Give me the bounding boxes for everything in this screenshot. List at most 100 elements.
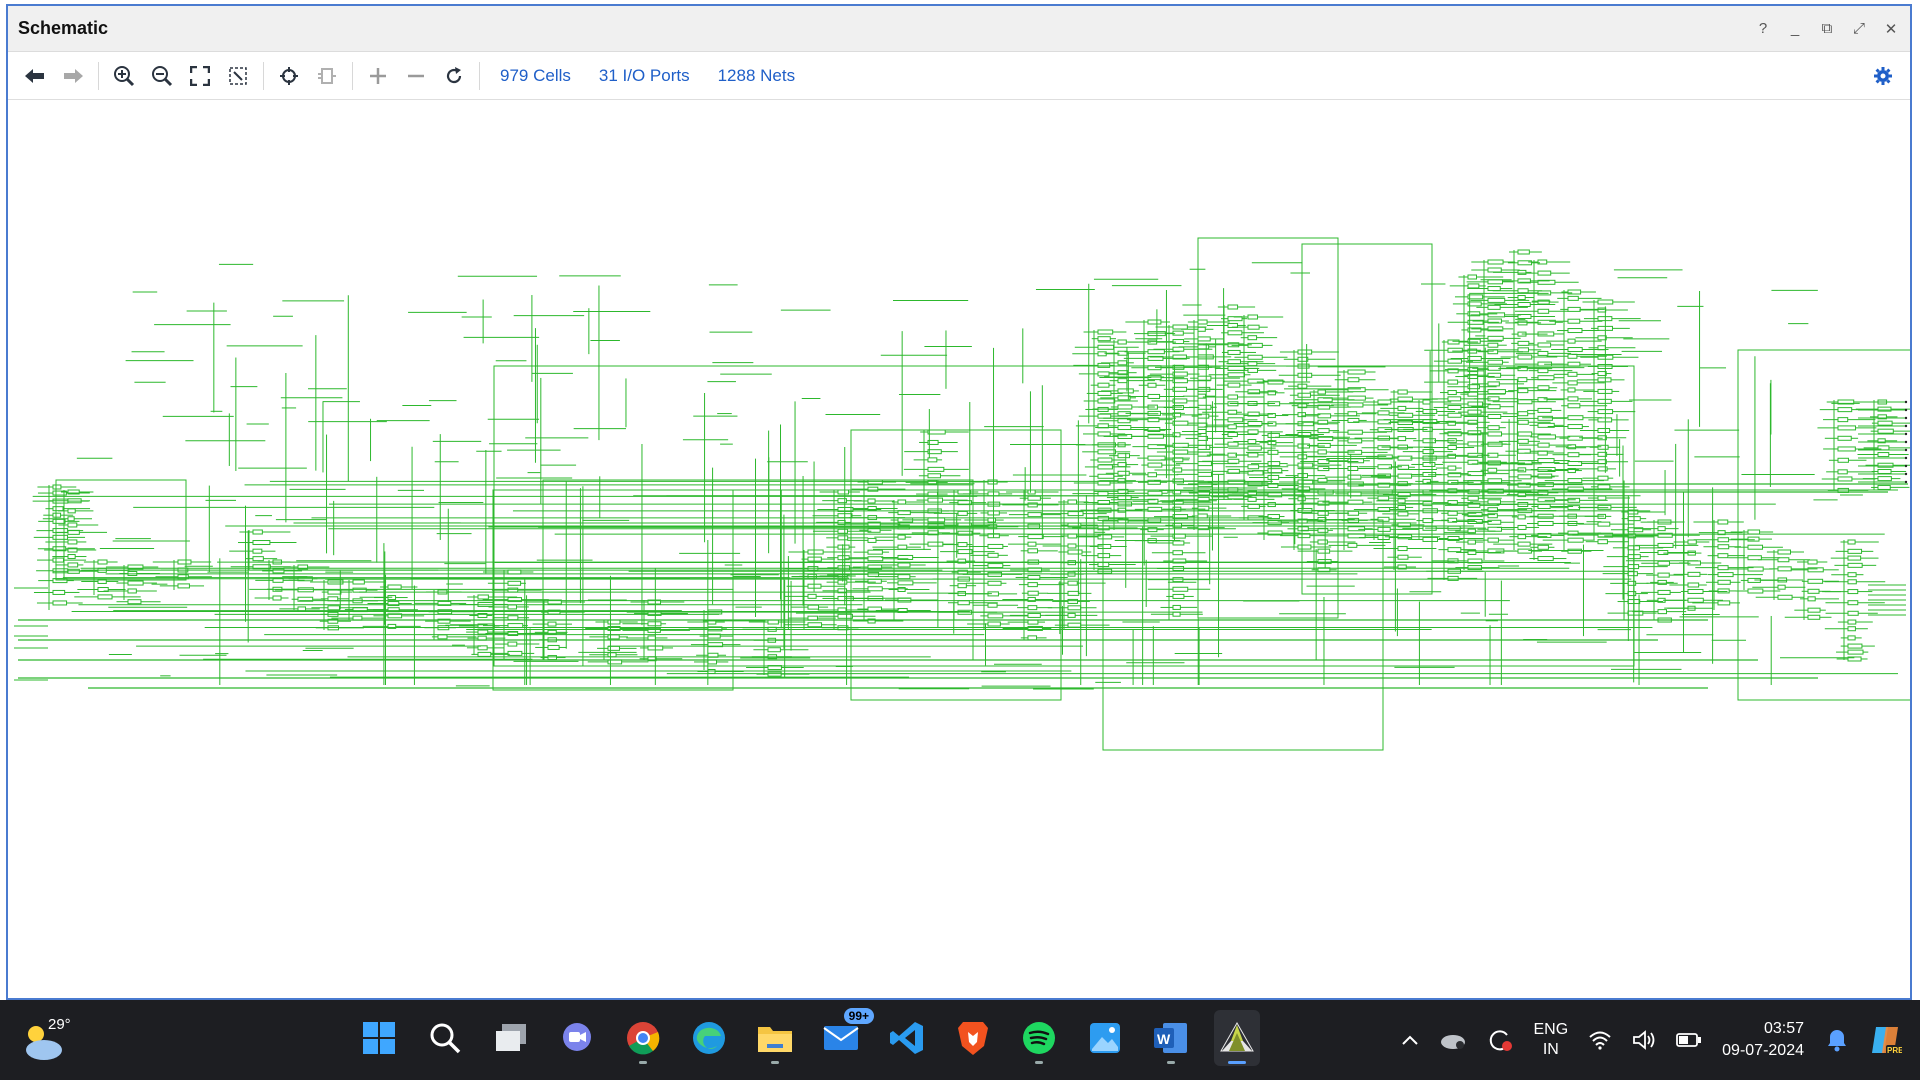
toolbar-separator	[263, 61, 264, 90]
refresh-button[interactable]	[435, 58, 473, 94]
zoom-in-button[interactable]	[105, 58, 143, 94]
notifications-button[interactable]	[1826, 1028, 1848, 1052]
folder-icon	[758, 1027, 792, 1052]
system-tray: ENG IN 03:57 09-07-2024 PRE	[1391, 1000, 1920, 1080]
minimize-button[interactable]: _	[1786, 20, 1804, 38]
help-button[interactable]: ?	[1754, 20, 1772, 38]
sync-status-button[interactable]	[1487, 1027, 1513, 1053]
spotify-button[interactable]	[1016, 1010, 1062, 1066]
plus-icon	[370, 67, 386, 84]
onedrive-button[interactable]	[1439, 1029, 1467, 1051]
sync-icon	[1490, 1030, 1513, 1051]
minus-icon	[408, 74, 424, 77]
teams-chat-button[interactable]	[554, 1010, 600, 1066]
word-button[interactable]: W	[1148, 1010, 1194, 1066]
fit-view-icon	[190, 65, 210, 86]
battery-icon	[1676, 1033, 1702, 1047]
language-indicator[interactable]: ENG IN	[1533, 1020, 1568, 1060]
vivado-button[interactable]	[1214, 1010, 1260, 1066]
vscode-icon	[890, 1022, 923, 1054]
cell-icon	[318, 67, 336, 84]
window-controls: ? _ ⧉ ⤢ ✕	[1754, 20, 1900, 38]
arrow-left-icon	[25, 68, 44, 83]
windows-icon	[363, 1022, 395, 1054]
wifi-icon	[1589, 1031, 1611, 1050]
taskbar: 29° 99+ W ENG IN 03:57 09-07-2024 PRE	[0, 1000, 1920, 1080]
show-hidden-icons-button[interactable]	[1401, 1034, 1419, 1046]
bell-icon	[1828, 1030, 1846, 1052]
zoom-out-icon	[152, 65, 173, 86]
zoom-in-icon	[114, 65, 135, 86]
wifi-button[interactable]	[1588, 1030, 1612, 1050]
collapse-button[interactable]	[397, 58, 435, 94]
region-code: IN	[1542, 1041, 1559, 1058]
task-view-icon	[496, 1024, 526, 1051]
title-bar: Schematic ? _ ⧉ ⤢ ✕	[8, 6, 1910, 52]
temperature-label: 29°	[48, 1016, 71, 1033]
refresh-icon	[446, 66, 462, 83]
clock[interactable]: 03:57 09-07-2024	[1722, 1018, 1804, 1062]
spotify-icon	[1023, 1022, 1055, 1054]
io-ports-count-link[interactable]: 31 I/O Ports	[599, 66, 690, 86]
clock-date: 09-07-2024	[1722, 1042, 1804, 1059]
zoom-area-icon	[229, 66, 247, 85]
zoom-out-button[interactable]	[143, 58, 181, 94]
schematic-window: Schematic ? _ ⧉ ⤢ ✕ 979 Cells 31 I/O Por…	[6, 4, 1912, 1000]
chrome-button[interactable]	[620, 1010, 666, 1066]
forward-button[interactable]	[54, 58, 92, 94]
zoom-area-button[interactable]	[219, 58, 257, 94]
vscode-button[interactable]	[884, 1010, 930, 1066]
chrome-icon	[627, 1022, 660, 1055]
running-indicator	[639, 1061, 647, 1064]
language-code: ENG	[1533, 1021, 1569, 1038]
toolbar-separator	[98, 61, 99, 90]
zoom-fit-button[interactable]	[181, 58, 219, 94]
schematic-canvas[interactable]	[8, 100, 1910, 998]
search-icon	[430, 1023, 461, 1054]
expand-button[interactable]	[359, 58, 397, 94]
photos-button[interactable]	[1082, 1010, 1128, 1066]
mail-badge: 99+	[843, 1008, 874, 1024]
mail-button[interactable]: 99+	[818, 1008, 874, 1066]
word-icon: W	[1154, 1023, 1187, 1053]
toolbar-separator	[352, 61, 353, 90]
svg-text:PRE: PRE	[1887, 1046, 1902, 1055]
netlist-wires	[14, 237, 1910, 751]
vivado-icon	[1220, 1021, 1254, 1052]
copilot-button[interactable]: PRE	[1868, 1023, 1902, 1057]
window-title: Schematic	[18, 18, 109, 38]
close-button[interactable]: ✕	[1882, 20, 1900, 38]
battery-button[interactable]	[1676, 1032, 1702, 1048]
edge-icon	[693, 1022, 725, 1054]
nets-count-link[interactable]: 1288 Nets	[718, 66, 796, 86]
volume-button[interactable]	[1632, 1030, 1656, 1050]
schematic-diagram[interactable]	[8, 100, 1910, 998]
back-button[interactable]	[16, 58, 54, 94]
file-explorer-button[interactable]	[752, 1010, 798, 1066]
edge-button[interactable]	[686, 1010, 732, 1066]
settings-button[interactable]	[1864, 58, 1902, 94]
chevron-up-icon	[1402, 1035, 1419, 1045]
brave-icon	[958, 1022, 988, 1055]
running-indicator	[1035, 1061, 1043, 1064]
clock-time: 03:57	[1763, 1020, 1804, 1037]
svg-text:W: W	[1157, 1031, 1171, 1047]
select-button[interactable]	[270, 58, 308, 94]
chat-icon	[563, 1023, 591, 1051]
running-indicator	[1228, 1061, 1246, 1064]
cells-count-link[interactable]: 979 Cells	[500, 66, 571, 86]
start-button[interactable]	[356, 1010, 402, 1066]
cloud-sync-icon	[1441, 1035, 1466, 1049]
schematic-toolbar: 979 Cells 31 I/O Ports 1288 Nets	[8, 52, 1910, 100]
crosshair-icon	[280, 66, 298, 85]
taskbar-apps: 99+ W	[356, 1008, 1260, 1066]
mail-icon	[823, 1026, 859, 1050]
gear-icon	[1874, 66, 1892, 85]
task-view-button[interactable]	[488, 1010, 534, 1066]
cell-button[interactable]	[308, 58, 346, 94]
maximize-button[interactable]: ⤢	[1850, 20, 1868, 38]
search-button[interactable]	[422, 1010, 468, 1066]
brave-button[interactable]	[950, 1010, 996, 1066]
restore-button[interactable]: ⧉	[1818, 20, 1836, 38]
running-indicator	[1167, 1061, 1175, 1064]
